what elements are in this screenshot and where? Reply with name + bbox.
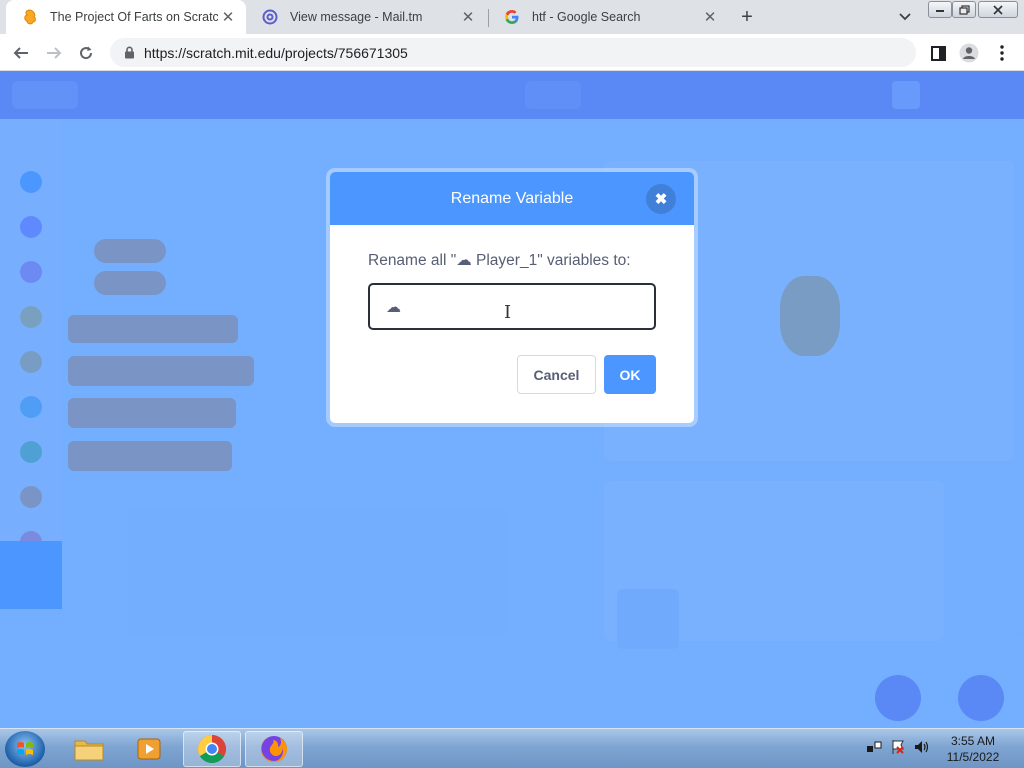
mailtm-favicon-icon — [262, 9, 278, 25]
chrome-icon — [198, 735, 226, 763]
profile-avatar-icon[interactable] — [958, 42, 980, 64]
rename-prompt-text: Rename all "☁ Player_1" variables to: — [368, 252, 631, 269]
maximize-button[interactable] — [952, 1, 976, 18]
tab-title: View message - Mail.tm — [290, 10, 423, 24]
clock-date: 11/5/2022 — [946, 750, 1000, 764]
tab-close-icon[interactable]: ✕ — [458, 7, 478, 27]
text-cursor-icon: I — [504, 302, 512, 323]
windows-logo-icon — [17, 742, 33, 755]
minimize-button[interactable] — [928, 1, 952, 18]
taskbar-clock[interactable]: 3:55 AM 11/5/2022 — [940, 733, 1006, 765]
taskbar-chrome[interactable] — [183, 731, 241, 767]
reload-icon[interactable] — [73, 40, 99, 66]
tab-title: The Project Of Farts on Scratch — [50, 10, 218, 24]
tray-action-center-icon[interactable] — [890, 739, 906, 755]
dialog-header: Rename Variable ✖ — [330, 172, 694, 225]
cancel-button[interactable]: Cancel — [517, 355, 596, 394]
folder-icon — [74, 740, 104, 761]
tab-scratch-project[interactable]: The Project Of Farts on Scratch ✕ — [6, 0, 246, 34]
google-favicon-icon — [504, 9, 520, 25]
tray-network-icon[interactable] — [866, 739, 882, 755]
taskbar-firefox[interactable] — [245, 731, 303, 767]
tab-mailtm[interactable]: View message - Mail.tm ✕ — [246, 0, 486, 34]
rename-variable-dialog: Rename Variable ✖ Rename all "☁ Player_1… — [330, 172, 694, 423]
tab-google-search[interactable]: htf - Google Search ✕ — [488, 0, 728, 34]
firefox-icon — [261, 736, 287, 762]
start-button[interactable] — [5, 731, 45, 767]
tray-volume-icon[interactable] — [914, 739, 930, 755]
side-panel-icon[interactable] — [927, 42, 949, 64]
variable-name-input[interactable] — [368, 283, 656, 330]
new-tab-button[interactable]: + — [736, 6, 758, 28]
tab-title: htf - Google Search — [532, 10, 641, 24]
ok-button[interactable]: OK — [604, 355, 656, 394]
close-window-button[interactable] — [978, 1, 1018, 18]
forward-arrow-icon[interactable] — [41, 40, 67, 66]
back-arrow-icon[interactable] — [8, 40, 34, 66]
taskbar-media-player[interactable] — [120, 731, 178, 767]
dialog-title: Rename Variable — [450, 189, 574, 207]
media-player-icon — [137, 738, 161, 760]
scratch-favicon-icon — [22, 9, 38, 25]
browser-toolbar: https://scratch.mit.edu/projects/7566713… — [0, 34, 1024, 71]
tab-close-icon[interactable]: ✕ — [218, 7, 238, 27]
chrome-menu-icon[interactable] — [991, 42, 1013, 64]
close-icon[interactable]: ✖ — [646, 184, 676, 214]
browser-tab-strip: The Project Of Farts on Scratch ✕ View m… — [0, 0, 1024, 34]
clock-time: 3:55 AM — [950, 734, 996, 748]
taskbar-explorer[interactable] — [60, 731, 118, 767]
url-text: https://scratch.mit.edu/projects/7566713… — [144, 44, 408, 61]
scratch-editor-page: Rename Variable ✖ Rename all "☁ Player_1… — [0, 71, 1024, 728]
windows-taskbar: 3:55 AM 11/5/2022 — [0, 728, 1024, 768]
address-bar[interactable]: https://scratch.mit.edu/projects/7566713… — [110, 38, 916, 67]
lock-icon[interactable] — [122, 46, 136, 60]
tab-close-icon[interactable]: ✕ — [700, 7, 720, 27]
tab-search-chevron-icon[interactable] — [894, 6, 916, 28]
